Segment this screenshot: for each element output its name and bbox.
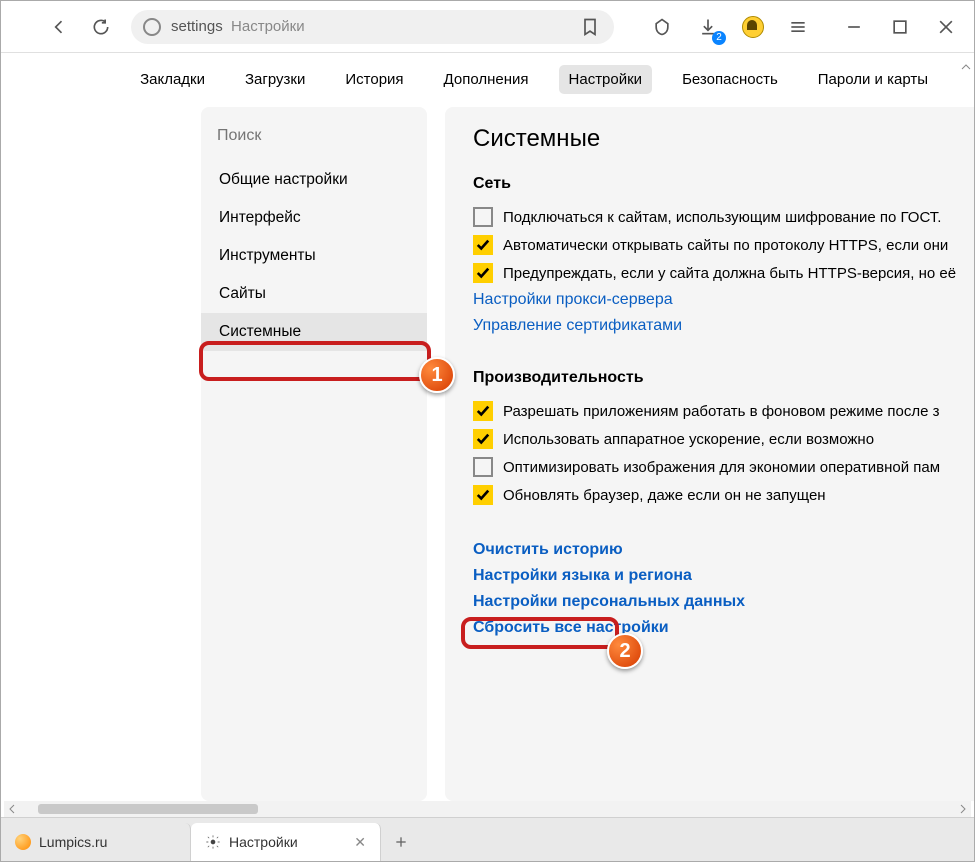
performance-option: Использовать аппаратное ускорение, если … — [473, 429, 974, 449]
new-tab-button[interactable] — [381, 823, 421, 861]
tab-label: Настройки — [229, 834, 298, 850]
checkbox[interactable] — [473, 429, 493, 449]
link-lang-region[interactable]: Настройки языка и региона — [473, 567, 974, 585]
scrollbar-thumb[interactable] — [38, 804, 258, 814]
settings-sidebar: Общие настройки Интерфейс Инструменты Са… — [201, 107, 427, 801]
checkbox-label: Подключаться к сайтам, использующим шифр… — [503, 209, 941, 226]
checkbox[interactable] — [473, 401, 493, 421]
network-option: Предупреждать, если у сайта должна быть … — [473, 263, 974, 283]
link-clear-history[interactable]: Очистить историю — [473, 541, 974, 559]
address-bar[interactable]: settings Настройки — [131, 10, 614, 44]
content-heading: Системные — [473, 125, 974, 153]
performance-option: Разрешать приложениям работать в фоновом… — [473, 401, 974, 421]
menu-button[interactable] — [786, 15, 810, 39]
checkbox-label: Обновлять браузер, даже если он не запущ… — [503, 487, 826, 504]
tab-passwords[interactable]: Пароли и карты — [808, 65, 938, 94]
checkbox-label: Разрешать приложениям работать в фоновом… — [503, 403, 940, 420]
sidebar-item-sites[interactable]: Сайты — [201, 275, 427, 313]
favicon-lumpics — [15, 834, 31, 850]
network-option: Автоматически открывать сайты по протоко… — [473, 235, 974, 255]
checkbox[interactable] — [473, 457, 493, 477]
checkbox[interactable] — [473, 263, 493, 283]
tab-settings[interactable]: Настройки — [559, 65, 653, 94]
link-proxy-settings[interactable]: Настройки прокси-сервера — [473, 291, 974, 309]
sidebar-item-interface[interactable]: Интерфейс — [201, 199, 427, 237]
tab-security[interactable]: Безопасность — [672, 65, 788, 94]
window-minimize[interactable] — [842, 15, 866, 39]
scroll-up-arrow[interactable] — [961, 59, 971, 75]
tab-addons[interactable]: Дополнения — [434, 65, 539, 94]
checkbox-label: Предупреждать, если у сайта должна быть … — [503, 265, 956, 282]
section-network-title: Сеть — [473, 175, 974, 193]
horizontal-scrollbar[interactable] — [4, 801, 971, 817]
checkbox[interactable] — [473, 485, 493, 505]
downloads-badge: 2 — [712, 31, 726, 45]
settings-top-nav: Закладки Загрузки История Дополнения Нас… — [1, 53, 974, 107]
browser-tabstrip: Lumpics.ru Настройки ✕ — [1, 817, 974, 861]
reload-button[interactable] — [89, 15, 113, 39]
annotation-badge-2: 2 — [607, 633, 643, 669]
sidebar-item-tools[interactable]: Инструменты — [201, 237, 427, 275]
link-certificates[interactable]: Управление сертификатами — [473, 317, 974, 335]
gear-icon — [205, 834, 221, 850]
settings-content: Системные Сеть Подключаться к сайтам, ис… — [445, 107, 974, 801]
browser-toolbar: settings Настройки 2 — [1, 1, 974, 53]
browser-tab-settings[interactable]: Настройки ✕ — [191, 823, 381, 861]
checkbox[interactable] — [473, 235, 493, 255]
tab-label: Lumpics.ru — [39, 834, 107, 850]
link-personal-data[interactable]: Настройки персональных данных — [473, 593, 974, 611]
address-text: settings Настройки — [171, 18, 305, 35]
annotation-box-2 — [461, 617, 619, 649]
bookmark-icon[interactable] — [578, 15, 602, 39]
tab-downloads[interactable]: Загрузки — [235, 65, 315, 94]
profile-avatar[interactable] — [742, 16, 764, 38]
browser-tab-lumpics[interactable]: Lumpics.ru — [1, 823, 191, 861]
checkbox-label: Автоматически открывать сайты по протоко… — [503, 237, 948, 254]
site-identity-icon — [143, 18, 161, 36]
network-option: Подключаться к сайтам, использующим шифр… — [473, 207, 974, 227]
checkbox-label: Оптимизировать изображения для экономии … — [503, 459, 940, 476]
tab-bookmarks[interactable]: Закладки — [130, 65, 215, 94]
back-button[interactable] — [47, 15, 71, 39]
checkbox[interactable] — [473, 207, 493, 227]
annotation-box-1 — [199, 341, 431, 381]
performance-option: Оптимизировать изображения для экономии … — [473, 457, 974, 477]
annotation-badge-1: 1 — [419, 357, 455, 393]
section-performance-title: Производительность — [473, 369, 974, 387]
scroll-right-arrow[interactable] — [955, 804, 971, 814]
toolbar-right: 2 — [650, 15, 958, 39]
scroll-left-arrow[interactable] — [4, 804, 20, 814]
yandex-services-icon[interactable] — [650, 15, 674, 39]
tab-history[interactable]: История — [335, 65, 413, 94]
window-maximize[interactable] — [888, 15, 912, 39]
sidebar-item-general[interactable]: Общие настройки — [201, 161, 427, 199]
tab-close-icon[interactable]: ✕ — [354, 834, 366, 851]
sidebar-search-input[interactable] — [215, 121, 413, 151]
window-close[interactable] — [934, 15, 958, 39]
downloads-button[interactable]: 2 — [696, 15, 720, 39]
performance-option: Обновлять браузер, даже если он не запущ… — [473, 485, 974, 505]
checkbox-label: Использовать аппаратное ускорение, если … — [503, 431, 874, 448]
